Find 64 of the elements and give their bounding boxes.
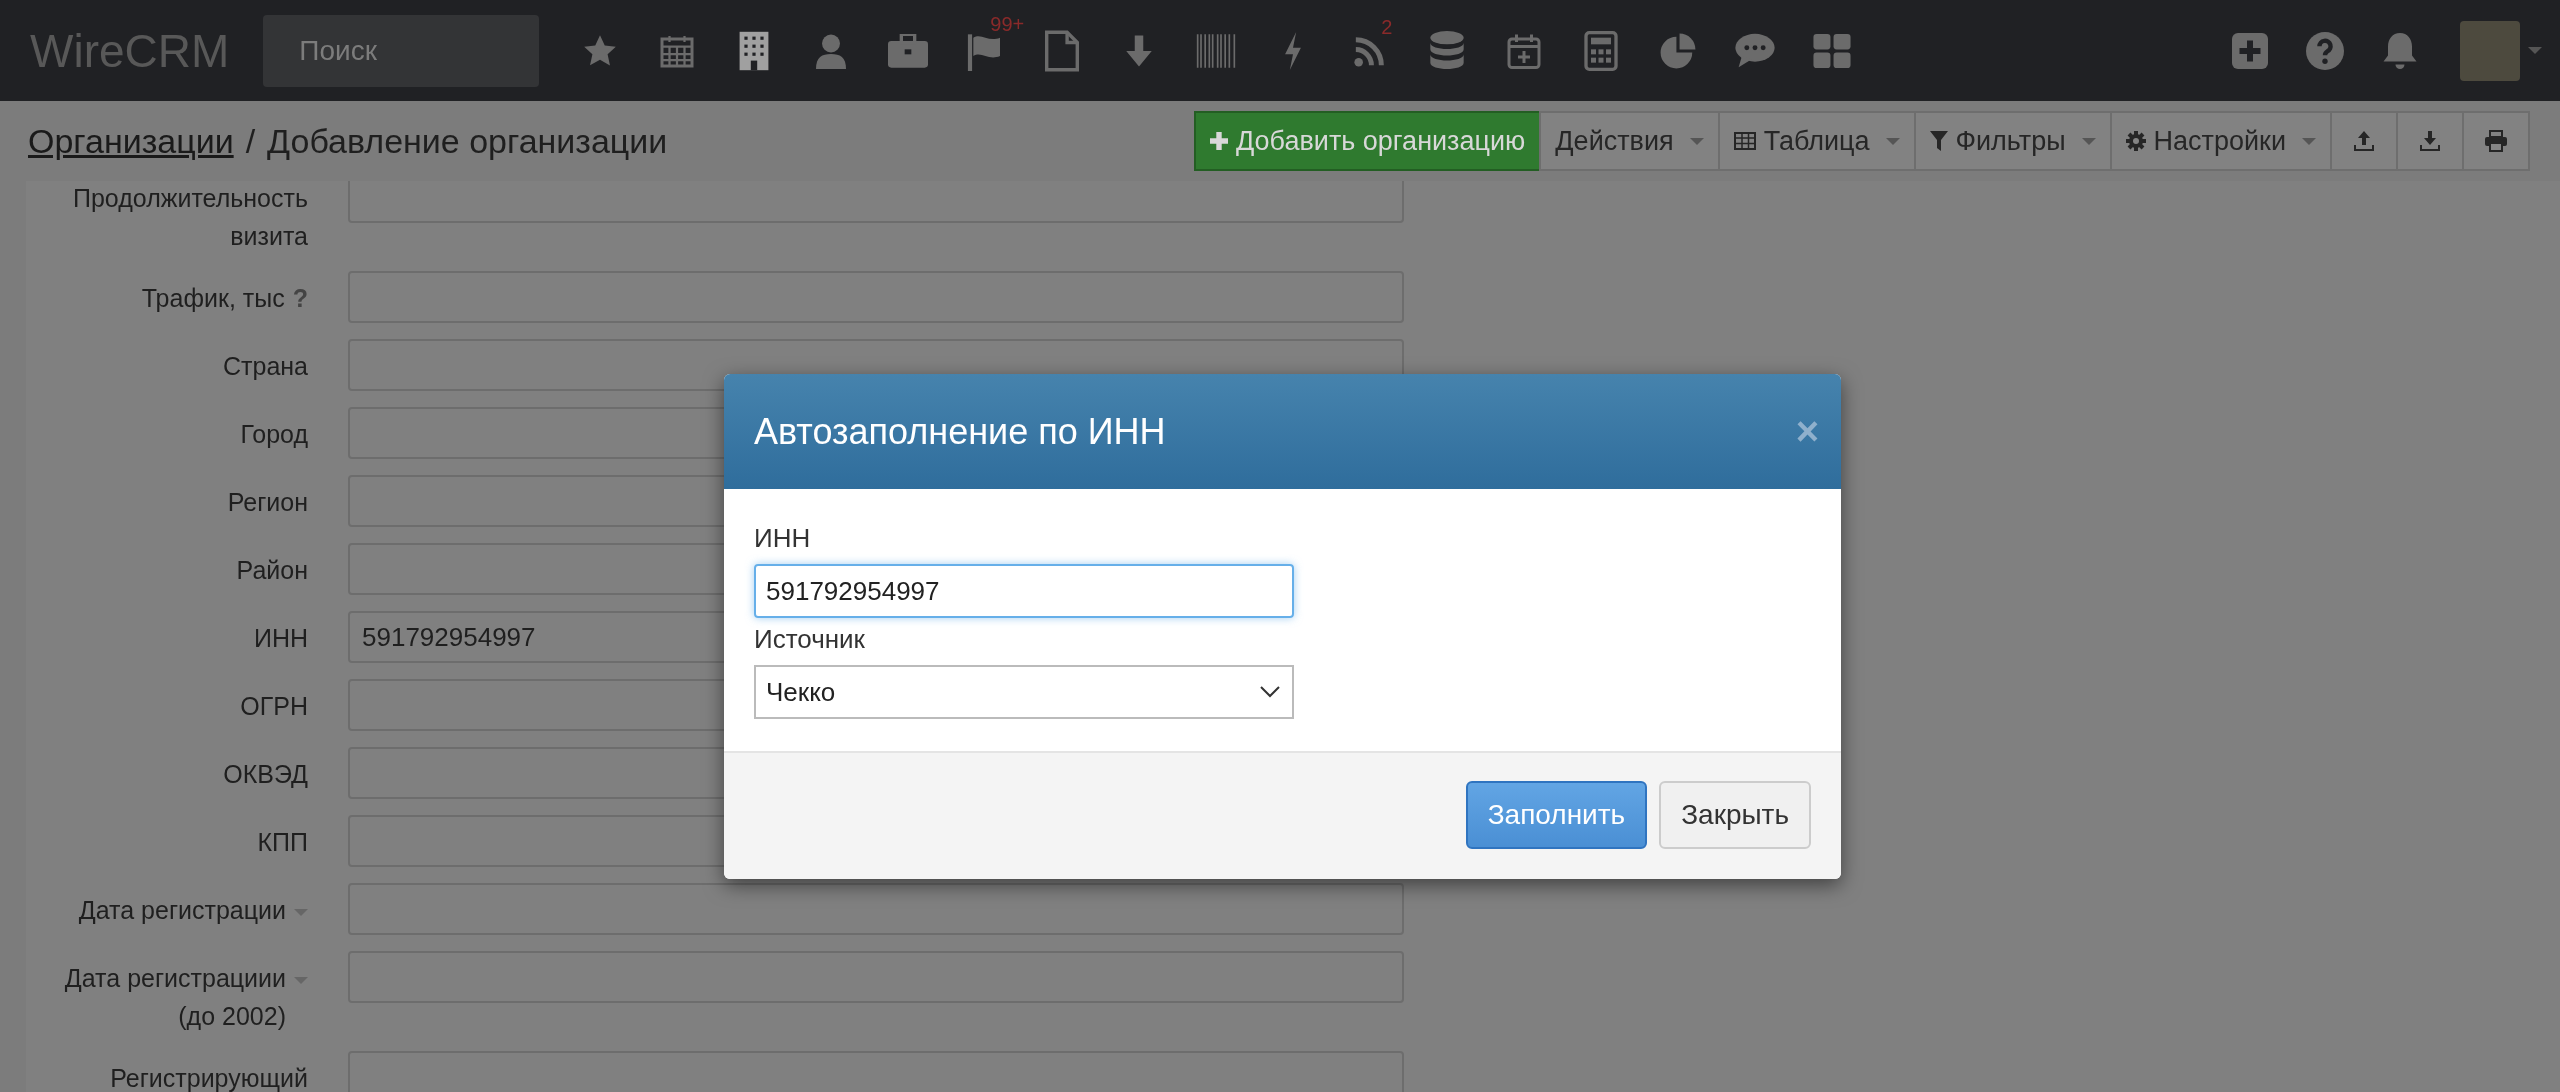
field-label: КПП	[257, 827, 308, 858]
breadcrumb-link[interactable]: Организации	[28, 121, 234, 161]
toolbar-dropdown-button[interactable]: Настройки	[2109, 111, 2332, 171]
help-icon[interactable]	[2306, 31, 2344, 70]
field-label: Город	[240, 419, 308, 450]
field-label: ОГРН	[240, 691, 308, 722]
close-dialog-button[interactable]: Закрыть	[1659, 781, 1811, 849]
caret-icon	[1689, 137, 1704, 145]
modal-title: Автозаполнение по ИНН	[754, 410, 1166, 453]
caret-icon	[2081, 137, 2096, 145]
notification-count: 99+	[990, 12, 1025, 36]
close-button[interactable]: ×	[1791, 409, 1823, 454]
search-field[interactable]: Поиск	[263, 14, 540, 87]
field-label: Регион	[227, 487, 308, 518]
field-label: Страна	[222, 351, 308, 382]
chevron-down-icon	[1260, 686, 1280, 698]
upload-button[interactable]	[2330, 111, 2398, 171]
add-icon[interactable]	[2232, 32, 2268, 69]
notifications-icon[interactable]	[2382, 30, 2418, 71]
print-button[interactable]	[2462, 111, 2530, 171]
field-label: Продолжительность визита	[72, 183, 308, 252]
field-label: Источник	[754, 624, 865, 655]
help-mark[interactable]: ?	[292, 279, 308, 317]
plus-icon	[1210, 132, 1228, 150]
calculator-icon[interactable]	[1583, 30, 1618, 71]
field-label: Дата регистрации	[78, 895, 286, 926]
app-logo[interactable]: WireCRM	[30, 23, 230, 78]
grid-icon[interactable]	[1812, 33, 1851, 68]
chat-bubble-icon[interactable]	[1734, 32, 1775, 69]
notification-count: 2	[1381, 15, 1393, 39]
source-select[interactable]: Чекко	[754, 665, 1294, 719]
field-label: ИНН	[754, 523, 811, 554]
caret-icon[interactable]	[2528, 47, 2542, 54]
settings-icon	[2125, 131, 2146, 151]
filter-icon	[1929, 131, 1948, 151]
caret-icon	[1885, 137, 1900, 145]
building-icon[interactable]	[737, 30, 770, 71]
fill-button[interactable]: Заполнить	[1465, 781, 1648, 849]
upload-icon	[2353, 130, 2375, 152]
document-icon[interactable]	[1044, 29, 1079, 72]
toolbar-dropdown-button[interactable]: Действия	[1539, 111, 1720, 171]
field-label: ОКВЭД	[223, 759, 308, 790]
database-icon[interactable]	[1429, 30, 1464, 71]
download-icon	[2419, 130, 2441, 152]
pie-chart-icon[interactable]	[1658, 31, 1697, 70]
table-icon	[1733, 132, 1756, 150]
field-label: ИНН	[253, 623, 308, 654]
field-label: Район	[236, 555, 308, 586]
breadcrumb-separator: /	[245, 121, 256, 161]
briefcase-icon[interactable]	[887, 33, 928, 68]
field-label: Регистрирующий	[110, 1063, 308, 1092]
barcode-icon[interactable]	[1195, 32, 1236, 69]
person-icon[interactable]	[815, 32, 846, 69]
field-label: Трафик, тыс	[141, 283, 285, 314]
page-title: Добавление организации	[267, 121, 668, 161]
download-button[interactable]	[2396, 111, 2464, 171]
toolbar-dropdown-button[interactable]: Таблица	[1717, 111, 1916, 171]
print-icon	[2484, 130, 2508, 152]
add-organization-button[interactable]: Добавить организацию	[1194, 111, 1542, 171]
toolbar-dropdown-button[interactable]: Фильтры	[1913, 111, 2112, 171]
text-input-field[interactable]	[348, 883, 1404, 935]
inn-input-field[interactable]: 591792954997	[754, 564, 1294, 618]
field-label: Дата регистрациии (до 2002)	[63, 963, 286, 1032]
caret-icon	[2302, 137, 2316, 145]
